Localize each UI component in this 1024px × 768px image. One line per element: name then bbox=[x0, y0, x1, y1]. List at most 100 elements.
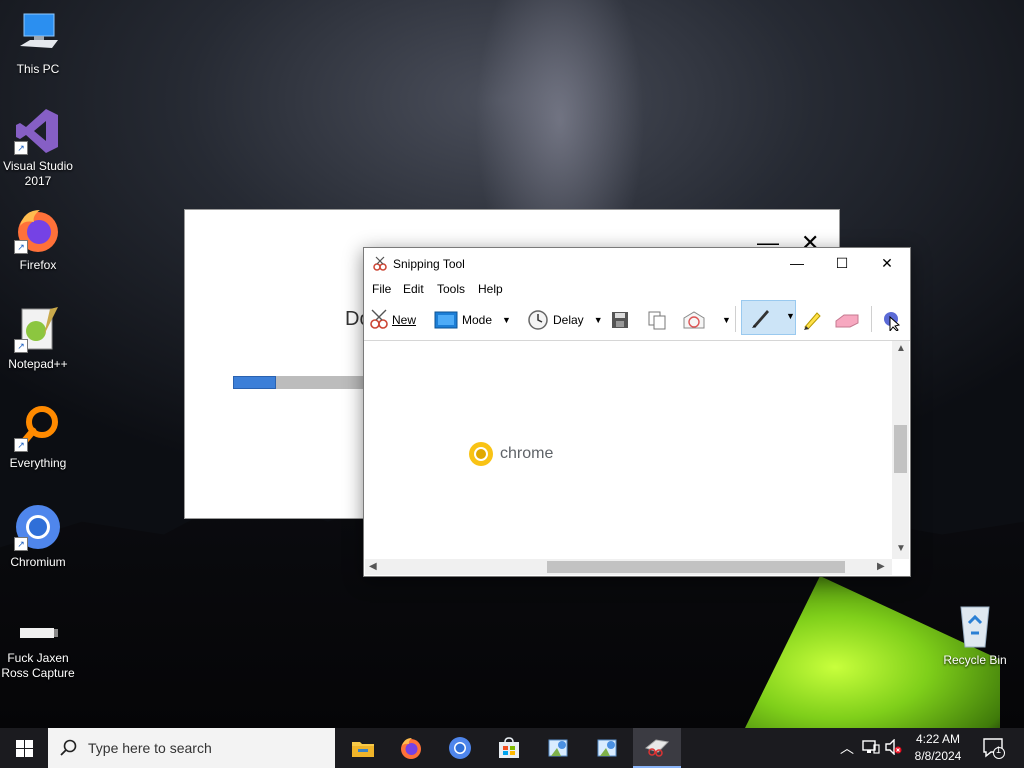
taskbar-paint-tool[interactable] bbox=[534, 728, 582, 768]
horizontal-scrollbar[interactable]: ◀ ▶ bbox=[365, 559, 892, 575]
firefox-icon: ↗ bbox=[14, 206, 62, 254]
mode-dropdown-arrow-icon[interactable]: ▼ bbox=[502, 315, 511, 325]
snipping-tool-titlebar[interactable]: Snipping Tool — ☐ ✕ bbox=[364, 248, 910, 278]
snipping-tool-icon bbox=[644, 739, 670, 757]
new-button-label: New bbox=[392, 313, 417, 327]
firefox-icon bbox=[401, 738, 421, 759]
taskbar: Type here to search ︿ 4:22 AM 8/8/2024 1 bbox=[0, 728, 1024, 768]
pen-button[interactable]: ▼ bbox=[741, 300, 796, 335]
copy-button[interactable] bbox=[647, 306, 667, 334]
clock-icon bbox=[528, 310, 548, 330]
copy-icon bbox=[648, 311, 666, 330]
menu-help[interactable]: Help bbox=[478, 282, 503, 296]
notifications-button[interactable]: 1 bbox=[982, 737, 1006, 762]
desktop-icon-label: Fuck Jaxen Ross Capture bbox=[1, 651, 75, 680]
shortcut-arrow-icon: ↗ bbox=[14, 141, 28, 155]
start-button[interactable] bbox=[0, 728, 48, 768]
highlighter-icon bbox=[804, 312, 821, 330]
scroll-right-arrow-icon[interactable]: ▶ bbox=[877, 561, 885, 572]
taskbar-firefox[interactable] bbox=[387, 728, 435, 768]
recycle-bin-icon bbox=[951, 601, 999, 649]
shortcut-arrow-icon: ↗ bbox=[14, 240, 28, 254]
taskbar-clock[interactable]: 4:22 AM 8/8/2024 bbox=[905, 731, 971, 765]
snip-canvas[interactable]: chrome bbox=[365, 341, 892, 559]
save-icon bbox=[612, 312, 628, 328]
visual-studio-icon: ↗ bbox=[14, 107, 62, 155]
everything-search-icon: ↗ bbox=[14, 404, 62, 452]
notification-count: 1 bbox=[996, 745, 1002, 755]
desktop-icon-visual-studio[interactable]: ↗ Visual Studio 2017 bbox=[0, 107, 76, 189]
clock-time: 4:22 AM bbox=[915, 732, 961, 746]
send-dropdown-arrow-icon[interactable]: ▼ bbox=[722, 315, 731, 325]
shortcut-arrow-icon: ↗ bbox=[14, 339, 28, 353]
vertical-scrollbar-thumb[interactable] bbox=[894, 425, 907, 473]
menu-tools[interactable]: Tools bbox=[437, 282, 465, 296]
scroll-down-arrow-icon[interactable]: ▼ bbox=[896, 543, 906, 554]
send-email-icon bbox=[683, 311, 705, 329]
toolbar: New Mode ▼ Delay ▼ ▼ ▼ bbox=[364, 300, 910, 341]
taskbar-store[interactable] bbox=[485, 728, 533, 768]
taskbar-search-box[interactable]: Type here to search bbox=[48, 728, 335, 768]
desktop-icon-chromium[interactable]: ↗ Chromium bbox=[0, 503, 76, 570]
search-icon bbox=[60, 739, 77, 756]
show-hidden-icons-chevron-icon[interactable]: ︿ bbox=[840, 738, 854, 758]
chromium-icon: ↗ bbox=[14, 503, 62, 551]
desktop-icon-this-pc[interactable]: This PC bbox=[0, 10, 76, 77]
taskbar-file-explorer[interactable] bbox=[339, 728, 387, 768]
eraser-icon bbox=[835, 314, 859, 328]
clock-date: 8/8/2024 bbox=[914, 749, 962, 763]
taskbar-chromium[interactable] bbox=[436, 728, 484, 768]
desktop-icon-everything[interactable]: ↗ Everything bbox=[0, 404, 76, 471]
mode-icon bbox=[434, 311, 458, 329]
pen-dropdown-arrow-icon[interactable]: ▼ bbox=[786, 311, 795, 321]
close-button[interactable]: ✕ bbox=[864, 248, 910, 278]
pen-icon bbox=[752, 310, 769, 328]
chrome-icon bbox=[469, 442, 493, 466]
notepad-plus-plus-icon: ↗ bbox=[14, 305, 62, 353]
action-center-icon bbox=[983, 738, 1005, 759]
desktop-icon-notepad-plus-plus[interactable]: ↗ Notepad++ bbox=[0, 305, 76, 372]
shortcut-arrow-icon: ↗ bbox=[14, 438, 28, 452]
snipping-tool-app-icon bbox=[372, 256, 388, 275]
shortcut-arrow-icon: ↗ bbox=[14, 537, 28, 551]
menu-bar: File Edit Tools Help bbox=[364, 278, 910, 300]
menu-edit[interactable]: Edit bbox=[403, 282, 424, 296]
delay-button[interactable]: Delay ▼ bbox=[527, 306, 603, 334]
new-button[interactable]: New bbox=[368, 306, 416, 334]
desktop-icon-recycle-bin[interactable]: Recycle Bin bbox=[937, 601, 1013, 668]
file-explorer-icon bbox=[352, 742, 374, 757]
search-placeholder: Type here to search bbox=[88, 740, 212, 756]
desktop-icon-firefox[interactable]: ↗ Firefox bbox=[0, 206, 76, 273]
toolbar-divider bbox=[871, 306, 872, 332]
capture-app-icon bbox=[14, 617, 62, 647]
maximize-button[interactable]: ☐ bbox=[819, 248, 865, 278]
highlighter-button[interactable] bbox=[801, 306, 823, 334]
paint-3d-button[interactable] bbox=[881, 306, 901, 334]
snipping-tool-window[interactable]: Snipping Tool — ☐ ✕ File Edit Tools Help… bbox=[363, 247, 911, 577]
window-title: Snipping Tool bbox=[393, 257, 465, 271]
send-snip-button[interactable]: ▼ bbox=[682, 306, 731, 334]
computer-icon bbox=[14, 10, 62, 58]
chromium-icon bbox=[449, 737, 471, 759]
volume-muted-icon[interactable] bbox=[884, 738, 902, 758]
menu-file[interactable]: File bbox=[372, 282, 391, 296]
taskbar-snipping-tool[interactable] bbox=[633, 728, 681, 768]
paint-3d-icon bbox=[884, 312, 901, 331]
eraser-button[interactable] bbox=[834, 306, 860, 334]
horizontal-scrollbar-thumb[interactable] bbox=[547, 561, 845, 573]
scroll-left-arrow-icon[interactable]: ◀ bbox=[369, 561, 377, 572]
save-button[interactable] bbox=[611, 306, 629, 334]
installer-progress-fill bbox=[233, 376, 277, 389]
desktop-icon-capture[interactable]: Fuck Jaxen Ross Capture bbox=[0, 617, 76, 681]
desktop-icon-label: Everything bbox=[9, 456, 67, 470]
scroll-up-arrow-icon[interactable]: ▲ bbox=[896, 343, 906, 354]
network-icon[interactable] bbox=[862, 739, 880, 758]
desktop-icon-label: This PC bbox=[16, 62, 60, 76]
desktop-icon-label: Firefox bbox=[19, 258, 57, 272]
mode-button[interactable]: Mode ▼ bbox=[434, 306, 511, 334]
vertical-scrollbar[interactable]: ▲ ▼ bbox=[892, 341, 909, 559]
delay-dropdown-arrow-icon[interactable]: ▼ bbox=[594, 315, 603, 325]
taskbar-paint-tool-2[interactable] bbox=[583, 728, 631, 768]
chrome-logo-text: chrome bbox=[500, 445, 554, 462]
minimize-button[interactable]: — bbox=[774, 248, 820, 278]
